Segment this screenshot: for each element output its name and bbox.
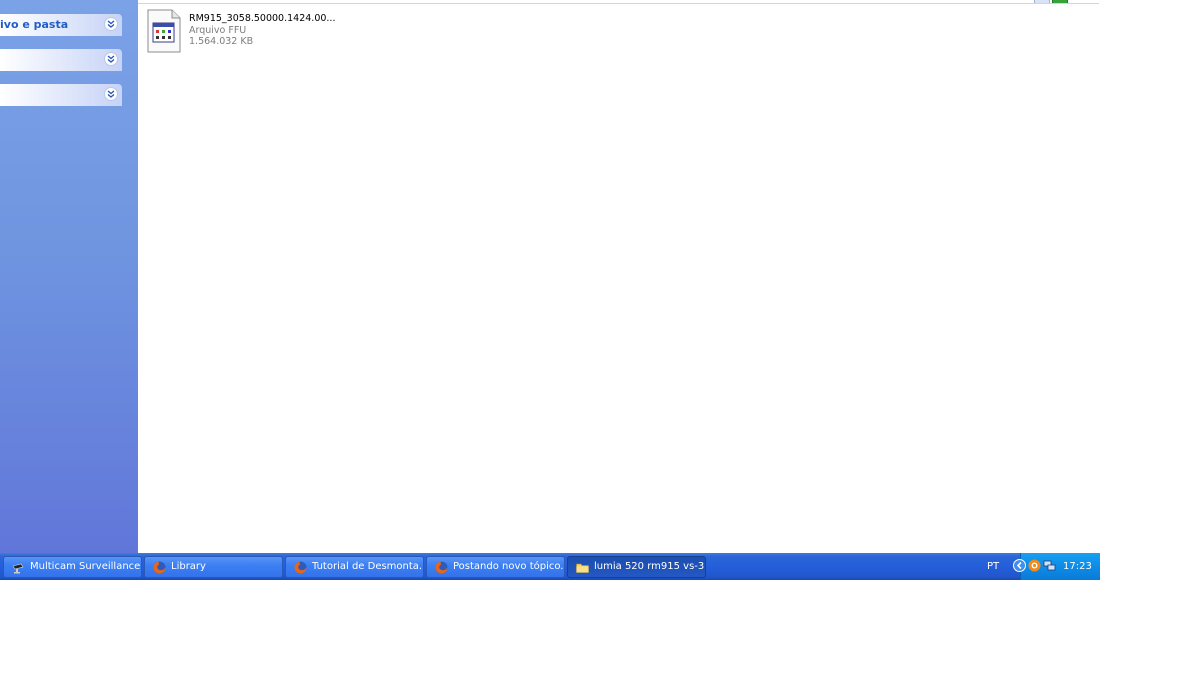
taskbar-button-multicam[interactable]: Multicam Surveillance ... [3, 556, 142, 578]
network-icon[interactable] [1043, 559, 1056, 572]
taskbar-button-tutorial[interactable]: Tutorial de Desmonta... [285, 556, 424, 578]
taskbar: Multicam Surveillance ... Library Tutori… [0, 553, 1100, 580]
firefox-icon [294, 561, 307, 574]
taskbar-button-label: lumia 520 rm915 vs-3... [594, 561, 706, 572]
ffu-file-icon [147, 9, 181, 53]
system-tray: 17:23 [1013, 553, 1100, 580]
pane-section-title: ivo e pasta [0, 18, 69, 31]
file-item[interactable]: RM915_3058.50000.1424.00... Arquivo FFU … [146, 9, 346, 57]
firefox-icon [435, 561, 448, 574]
taskbar-button-lumia-folder[interactable]: lumia 520 rm915 vs-3... [567, 556, 706, 578]
camera-icon [12, 563, 24, 574]
taskbar-button-postando[interactable]: Postando novo tópico... [426, 556, 565, 578]
taskbar-button-library[interactable]: Library [144, 556, 283, 578]
taskbar-button-label: Tutorial de Desmonta... [312, 561, 424, 572]
chevron-down-icon[interactable] [104, 87, 118, 101]
file-name: RM915_3058.50000.1424.00... [189, 13, 336, 24]
taskbar-button-label: Library [171, 561, 206, 572]
show-hidden-icons-icon[interactable] [1013, 559, 1026, 572]
clock[interactable]: 17:23 [1063, 561, 1092, 572]
language-indicator[interactable]: PT [987, 561, 999, 572]
explorer-window: ivo e pasta RM915_3058.50000.1424.00... … [0, 0, 1099, 553]
pane-section-2[interactable] [0, 49, 122, 71]
folder-icon [576, 563, 589, 573]
taskbar-button-label: Multicam Surveillance ... [30, 561, 142, 572]
file-type: Arquivo FFU [189, 24, 247, 36]
file-details: RM915_3058.50000.1424.00... Arquivo FFU … [189, 13, 335, 48]
file-size: 1.564.032 KB [189, 36, 254, 47]
avast-icon[interactable] [1028, 559, 1041, 572]
taskbar-button-label: Postando novo tópico... [453, 561, 565, 572]
pane-section-3[interactable] [0, 84, 122, 106]
task-pane: ivo e pasta [0, 0, 138, 553]
file-list-area[interactable]: RM915_3058.50000.1424.00... Arquivo FFU … [138, 4, 1099, 553]
chevron-down-icon[interactable] [104, 17, 118, 31]
firefox-icon [153, 561, 166, 574]
pane-section-file-folder[interactable]: ivo e pasta [0, 14, 122, 36]
chevron-down-icon[interactable] [104, 52, 118, 66]
